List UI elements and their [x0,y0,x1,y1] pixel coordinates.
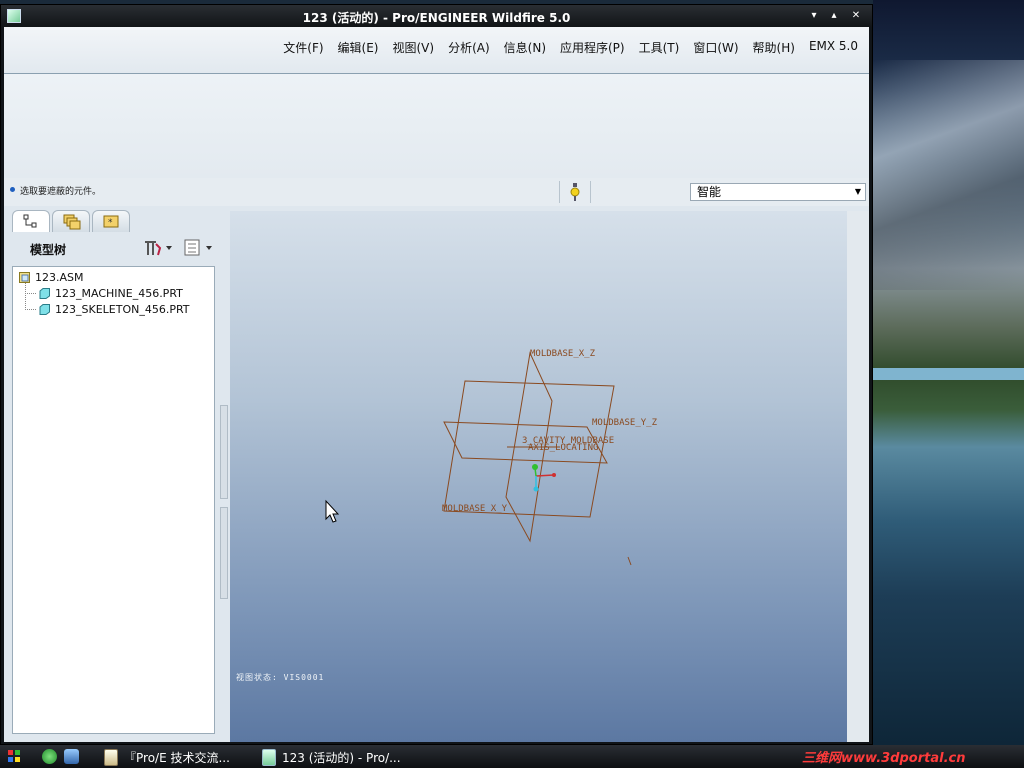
close-button[interactable]: ✕ [847,9,865,23]
navigator-tabs: * [12,210,130,232]
navigator-resize-handle[interactable] [220,507,228,599]
model-tree-title: 模型树 [30,243,67,257]
maximize-button[interactable]: ▴ [825,9,843,23]
tab-model-tree[interactable] [12,210,50,232]
menu-tools[interactable]: 工具(T) [632,39,687,56]
graphics-side-strip [847,211,869,742]
quicklaunch-ie-icon[interactable] [64,749,79,764]
menu-window[interactable]: 窗口(W) [686,39,745,56]
status-light-icon[interactable] [569,182,581,205]
divider [590,181,591,203]
menu-file[interactable]: 文件(F) [276,39,330,56]
window-title: 123 (活动的) - Pro/ENGINEER Wildfire 5.0 [302,11,571,25]
model-viewport[interactable]: MOLDBASE_X_Z MOLDBASE_Y_Z 3_CAVITY_MOLDB… [230,211,847,742]
part-icon [39,304,50,315]
navigator-collapse-handle[interactable] [220,405,228,499]
message-bullet-icon [10,187,15,192]
tree-connector [25,293,36,310]
title-bar[interactable]: 123 (活动的) - Pro/ENGINEER Wildfire 5.0 ▾ … [1,5,872,27]
datum-label-yz: MOLDBASE_Y_Z [592,418,658,428]
chevron-down-icon: ▼ [854,187,861,196]
tree-columns-button[interactable] [184,239,216,260]
message-text: 选取要遮蔽的元件。 [20,187,102,197]
tab-favorites[interactable]: * [92,210,130,232]
quicklaunch-browser-icon[interactable] [42,749,57,764]
selection-filter-value: 智能 [697,185,722,199]
lake-shore [873,368,1024,380]
selection-filter-dropdown[interactable]: 智能 ▼ [690,183,866,201]
svg-text:*: * [108,218,113,228]
model-tree-header: 模型树 [12,232,216,262]
folder-stack-icon [63,214,81,230]
minimize-button[interactable]: ▾ [805,9,823,23]
part-icon [39,288,50,299]
tree-item-label: 123.ASM [35,271,84,284]
list-settings-icon [184,239,212,256]
mouse-pointer-icon [325,499,340,523]
client-area: 文件(F) 编辑(E) 视图(V) 分析(A) 信息(N) 应用程序(P) 工具… [4,27,869,742]
assembly-icon [19,272,30,283]
tools-icon [145,241,172,256]
taskbar-proe-icon [262,749,276,766]
message-area: 选取要遮蔽的元件。 智能 ▼ [4,178,869,206]
menu-bar: 文件(F) 编辑(E) 视图(V) 分析(A) 信息(N) 应用程序(P) 工具… [4,27,869,74]
proe-main-window: 123 (活动的) - Pro/ENGINEER Wildfire 5.0 ▾ … [0,4,873,745]
divider [559,181,560,203]
tree-settings-button[interactable] [142,239,174,260]
datum-label-xz: MOLDBASE_X_Z [530,349,596,359]
menu-applications[interactable]: 应用程序(P) [553,39,632,56]
model-tree-icon [23,214,37,228]
tab-folder-browser[interactable] [52,210,90,232]
navigator-pane: * 模型树 123.ASM 123_MACHINE_456.PRT 123_SK… [4,206,230,742]
taskbar-item-forum[interactable]: 『Pro/E 技术交流... [124,749,230,766]
menu-edit[interactable]: 编辑(E) [331,39,386,56]
datum-label-axis: AXIS_LOCATING [528,443,598,453]
coordinate-system-icon [532,464,556,492]
taskbar-item-proe[interactable]: 123 (活动的) - Pro/... [282,749,401,766]
datum-point-marker [627,556,632,566]
menu-view[interactable]: 视图(V) [386,39,442,56]
datum-label-xy: MOLDBASE_X_Y [442,504,508,514]
menu-info[interactable]: 信息(N) [497,39,553,56]
desktop-wallpaper [873,0,1024,745]
mountain-ridge [873,60,1024,290]
taskbar: 『Pro/E 技术交流... 123 (活动的) - Pro/... 三维网ww… [0,745,1024,768]
watermark-brand: 三维网www.3dportal.cn [802,751,966,766]
menu-emx[interactable]: EMX 5.0 [802,39,865,56]
model-tree[interactable]: 123.ASM 123_MACHINE_456.PRT 123_SKELETON… [12,266,215,734]
favorites-folder-icon: * [103,215,119,228]
menu-analysis[interactable]: 分析(A) [441,39,497,56]
view-state-label: 视图状态: VIS0001 [236,673,325,682]
start-button-icon[interactable] [8,750,20,762]
taskbar-app-icon [104,749,118,766]
tree-item-label: 123_SKELETON_456.PRT [55,303,190,316]
graphics-window[interactable]: MOLDBASE_X_Z MOLDBASE_Y_Z 3_CAVITY_MOLDB… [230,211,869,742]
menu-help[interactable]: 帮助(H) [746,39,802,56]
toolbar-area [4,74,869,178]
tree-item-label: 123_MACHINE_456.PRT [55,287,183,300]
menu-items: 文件(F) 编辑(E) 视图(V) 分析(A) 信息(N) 应用程序(P) 工具… [276,39,865,56]
